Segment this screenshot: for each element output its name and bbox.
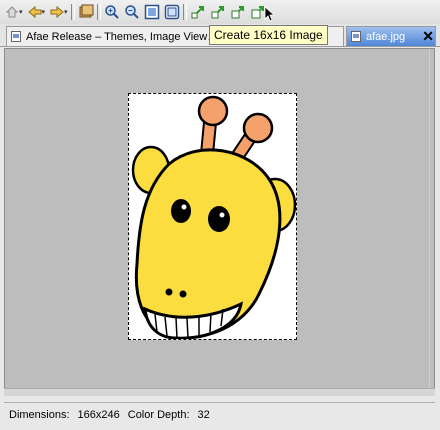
tooltip: Create 16x16 Image xyxy=(209,25,328,45)
back-icon[interactable] xyxy=(25,2,45,22)
displayed-image xyxy=(128,93,297,340)
image-viewer-window: ▾ ▾ ▾ Afae Release – Themes, Image View…… xyxy=(0,0,440,430)
color-depth-label: Color Depth: xyxy=(127,408,190,421)
horizontal-scrollbar[interactable] xyxy=(4,388,435,396)
tab-label: afae.jpg xyxy=(366,30,406,43)
create-16-icon[interactable] xyxy=(188,2,208,22)
giraffe-image xyxy=(131,95,297,340)
tab-label: Afae Release – Themes, Image View… xyxy=(26,30,219,43)
zoom-out-icon[interactable] xyxy=(122,2,142,22)
create-48-icon[interactable] xyxy=(228,2,248,22)
image-file-icon xyxy=(351,31,361,42)
slideshow-icon[interactable] xyxy=(76,2,96,22)
mouse-cursor-icon xyxy=(264,6,276,25)
status-bar: Dimensions: 166x246 Color Depth: 32 xyxy=(4,402,435,426)
actual-size-icon[interactable] xyxy=(162,2,182,22)
zoom-in-icon[interactable] xyxy=(102,2,122,22)
document-icon xyxy=(11,31,21,42)
home-icon[interactable] xyxy=(2,2,22,22)
dimensions-value: 166x246 xyxy=(77,408,120,421)
color-depth-value: 32 xyxy=(197,408,210,421)
forward-icon[interactable] xyxy=(47,2,67,22)
close-tab-icon[interactable]: ✕ xyxy=(422,28,434,45)
create-32-icon[interactable] xyxy=(208,2,228,22)
toolbar: ▾ ▾ ▾ xyxy=(0,0,440,24)
dimensions-label: Dimensions: xyxy=(9,408,70,421)
fit-icon[interactable] xyxy=(142,2,162,22)
